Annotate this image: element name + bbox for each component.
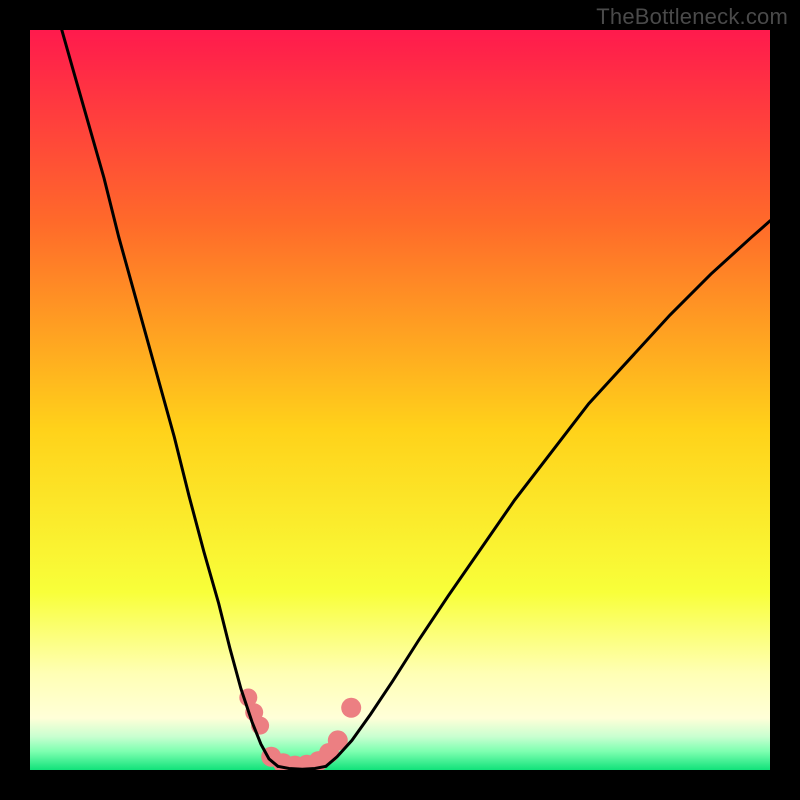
right-curve <box>326 221 770 766</box>
plot-area <box>30 30 770 770</box>
data-dots <box>239 689 361 771</box>
watermark-text: TheBottleneck.com <box>596 4 788 30</box>
chart-frame: TheBottleneck.com <box>0 0 800 800</box>
curve-layer <box>30 30 770 770</box>
left-curve <box>62 30 278 766</box>
data-dot <box>341 698 361 718</box>
